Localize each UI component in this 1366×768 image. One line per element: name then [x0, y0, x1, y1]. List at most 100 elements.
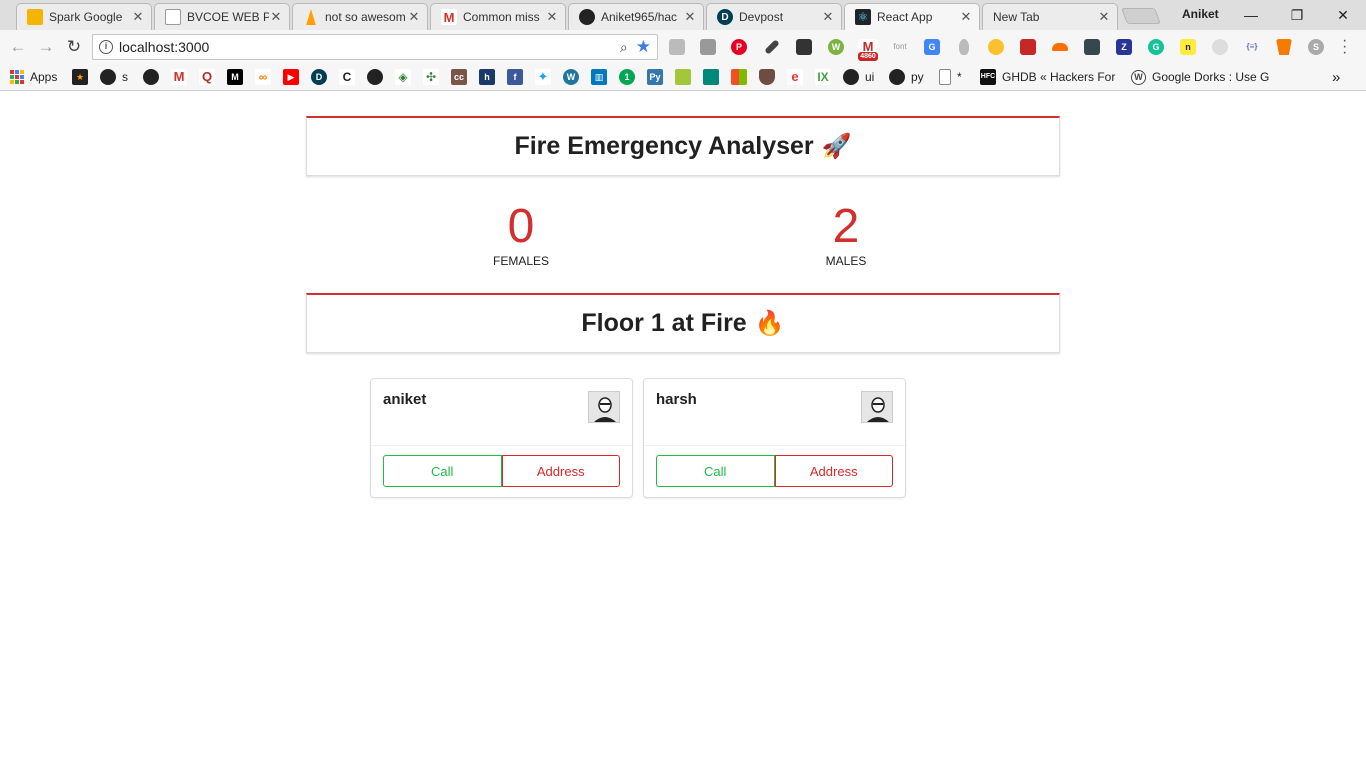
menu-icon[interactable]: · · ·: [1342, 33, 1347, 61]
bookmark-item[interactable]: ▶: [283, 69, 299, 85]
forward-button[interactable]: →: [36, 37, 56, 57]
bug-ext-icon[interactable]: [1020, 39, 1036, 55]
bookmark-item[interactable]: ▥: [591, 69, 607, 85]
bookmark-item[interactable]: W: [563, 69, 579, 85]
bookmark-item[interactable]: ui: [843, 69, 874, 85]
males-label: MALES: [825, 254, 867, 268]
bookmark-item[interactable]: [367, 69, 383, 85]
zoom-icon[interactable]: ⌕: [620, 39, 628, 56]
tab-common-miss[interactable]: M Common miss ✕: [430, 3, 566, 30]
info-icon[interactable]: i: [99, 40, 113, 54]
font-ext-icon[interactable]: font: [892, 39, 908, 55]
devpost-icon: D: [311, 69, 327, 85]
url-text[interactable]: localhost:3000: [119, 39, 620, 55]
bookmark-item[interactable]: [759, 69, 775, 85]
bookmark-item[interactable]: Q: [199, 69, 215, 85]
bookmark-item[interactable]: IX: [815, 69, 831, 85]
bookmark-item[interactable]: M: [171, 69, 187, 85]
bookmark-apps[interactable]: Apps: [10, 69, 57, 85]
tab-spark-google[interactable]: Spark Google ✕: [16, 3, 152, 30]
evernote-ext-icon[interactable]: [1084, 39, 1100, 55]
z-ext-icon[interactable]: Z: [1116, 39, 1132, 55]
bookmark-item[interactable]: *: [939, 69, 962, 85]
circle-ext-icon[interactable]: [1212, 39, 1228, 55]
close-icon[interactable]: ✕: [1097, 9, 1111, 25]
medium-icon: M: [227, 69, 243, 85]
call-button[interactable]: Call: [383, 455, 502, 487]
bookmark-item[interactable]: ✣: [423, 69, 439, 85]
section-title: Floor 1 at Fire: [581, 309, 747, 337]
address-button[interactable]: Address: [501, 455, 620, 487]
close-icon[interactable]: ✕: [545, 9, 559, 25]
call-button[interactable]: Call: [656, 455, 775, 487]
browser-tab-strip: Spark Google ✕ BVCOE WEB P ✕ not so awes…: [0, 0, 1366, 30]
bookmark-item[interactable]: s: [100, 69, 128, 85]
restore-button[interactable]: ❐: [1274, 0, 1320, 30]
reload-button[interactable]: ↻: [64, 37, 84, 57]
json-ext-icon[interactable]: {≡}: [1244, 39, 1260, 55]
profile-name[interactable]: Aniket: [1176, 7, 1225, 21]
bookmark-item[interactable]: ★: [72, 69, 88, 85]
bookmark-item[interactable]: f: [507, 69, 523, 85]
translate-ext-icon[interactable]: G: [924, 39, 940, 55]
tab-devpost[interactable]: D Devpost ✕: [706, 3, 842, 30]
ix-icon: IX: [815, 69, 831, 85]
close-icon[interactable]: ✕: [269, 9, 283, 25]
box-icon: [703, 69, 719, 85]
window-close-button[interactable]: ✕: [1320, 0, 1366, 30]
bookmark-item[interactable]: cc: [451, 69, 467, 85]
bookmark-item[interactable]: [143, 69, 159, 85]
camera-ext-icon[interactable]: [700, 39, 716, 55]
address-bar[interactable]: i localhost:3000 ⌕ ★: [92, 34, 658, 60]
minimize-button[interactable]: —: [1228, 0, 1274, 30]
bookmark-item[interactable]: ✦: [535, 69, 551, 85]
pocket-ext-icon[interactable]: [796, 39, 812, 55]
w-ext-icon[interactable]: W: [828, 39, 844, 55]
github-icon: [367, 69, 383, 85]
n-ext-icon[interactable]: n: [1180, 39, 1196, 55]
tab-aniket965[interactable]: Aniket965/hac ✕: [568, 3, 704, 30]
close-icon[interactable]: ✕: [683, 9, 697, 25]
bookmark-item[interactable]: 1: [619, 69, 635, 85]
address-button[interactable]: Address: [774, 455, 893, 487]
more-bookmarks-button[interactable]: »: [1332, 69, 1340, 86]
firebase-icon: [306, 9, 316, 25]
close-icon[interactable]: ✕: [821, 9, 835, 25]
close-icon[interactable]: ✕: [407, 9, 421, 25]
tab-not-so-awesome[interactable]: not so awesom ✕: [292, 3, 428, 30]
bookmark-item[interactable]: D: [311, 69, 327, 85]
clock-ext-icon[interactable]: [988, 39, 1004, 55]
mic-ext-icon[interactable]: [959, 39, 969, 55]
bookmark-item[interactable]: h: [479, 69, 495, 85]
apps-grid-icon: [10, 70, 24, 84]
bookmark-item[interactable]: ∞: [255, 69, 271, 85]
bookmark-item[interactable]: [731, 69, 747, 85]
bookmark-item[interactable]: M: [227, 69, 243, 85]
bookmark-item[interactable]: [675, 69, 691, 85]
android-ext-icon[interactable]: [669, 39, 685, 55]
cross-icon: ✣: [423, 69, 439, 85]
tab-new-tab[interactable]: New Tab ✕: [982, 3, 1118, 30]
bookmark-star-icon[interactable]: ★: [636, 37, 651, 57]
bookmarks-bar: Apps ★ s M Q M ∞ ▶ D C ◈ ✣ cc h f ✦ W ▥ …: [0, 64, 1366, 91]
close-icon[interactable]: ✕: [131, 9, 145, 25]
bookmark-item[interactable]: e: [787, 69, 803, 85]
tab-bvcoe[interactable]: BVCOE WEB P ✕: [154, 3, 290, 30]
bookmark-ghdb[interactable]: HFC GHDB « Hackers For: [980, 69, 1115, 85]
bookmark-item[interactable]: Py: [647, 69, 663, 85]
grammarly-ext-icon[interactable]: G: [1148, 39, 1164, 55]
bookmark-item[interactable]: C: [339, 69, 355, 85]
pinterest-ext-icon[interactable]: P: [731, 39, 747, 55]
bookmark-item[interactable]: py: [889, 69, 924, 85]
back-button[interactable]: ←: [8, 37, 28, 57]
e-icon: e: [787, 69, 803, 85]
swoosh-ext-icon[interactable]: [1052, 43, 1068, 51]
bookmark-item[interactable]: ◈: [395, 69, 411, 85]
bookmark-google-dorks[interactable]: W Google Dorks : Use G: [1131, 69, 1271, 85]
new-tab-button[interactable]: [1121, 8, 1161, 24]
tab-react-app[interactable]: ⚛ React App ✕: [844, 3, 980, 30]
females-stat: 0 FEMALES: [441, 200, 601, 268]
bookmark-item[interactable]: [703, 69, 719, 85]
skype-ext-icon[interactable]: S: [1308, 39, 1324, 55]
close-icon[interactable]: ✕: [959, 9, 973, 25]
